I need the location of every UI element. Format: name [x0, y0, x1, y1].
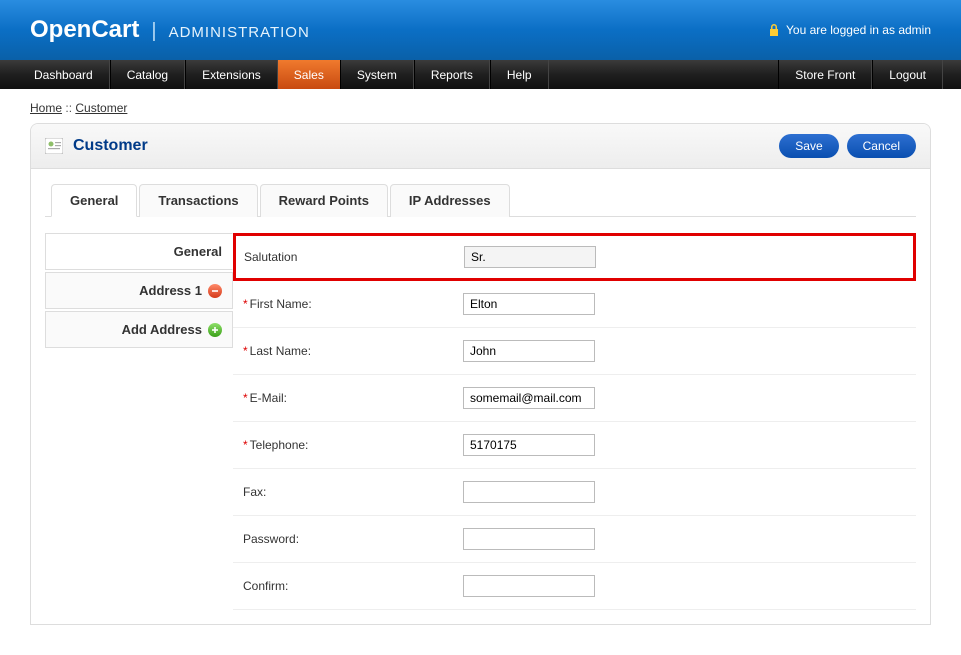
input-telephone[interactable] — [463, 434, 595, 456]
remove-address-icon[interactable] — [208, 284, 222, 298]
app-header: OpenCart | ADMINISTRATION You are logged… — [0, 0, 961, 60]
row-fax: Fax: — [233, 469, 916, 516]
breadcrumb-customer[interactable]: Customer — [75, 101, 127, 115]
required-marker: * — [243, 297, 248, 311]
nav-catalog[interactable]: Catalog — [110, 60, 185, 89]
brand: OpenCart | ADMINISTRATION — [30, 16, 310, 44]
login-status-text: You are logged in as admin — [786, 23, 931, 37]
label-fax: Fax: — [243, 485, 463, 499]
input-password[interactable] — [463, 528, 595, 550]
row-telephone: *Telephone: — [233, 422, 916, 469]
label-salutation: Salutation — [244, 250, 464, 264]
brand-logo-text: OpenCart — [30, 16, 139, 43]
vtab-add-address[interactable]: Add Address — [45, 311, 233, 348]
nav-spacer — [549, 60, 779, 89]
content: Customer Save Cancel General Transaction… — [0, 123, 961, 655]
nav-help[interactable]: Help — [490, 60, 549, 89]
nav-extensions[interactable]: Extensions — [185, 60, 278, 89]
box-buttons: Save Cancel — [779, 134, 916, 158]
input-salutation[interactable] — [464, 246, 596, 268]
htabs: General Transactions Reward Points IP Ad… — [45, 183, 916, 217]
input-confirm[interactable] — [463, 575, 595, 597]
lock-icon — [768, 23, 780, 37]
input-firstname[interactable] — [463, 293, 595, 315]
vtabs: General Address 1 Add Address — [45, 233, 233, 610]
input-lastname[interactable] — [463, 340, 595, 362]
row-password: Password: — [233, 516, 916, 563]
nav-dashboard[interactable]: Dashboard — [18, 60, 110, 89]
vtab-address-1[interactable]: Address 1 — [45, 272, 233, 309]
required-marker: * — [243, 391, 248, 405]
main-nav: Dashboard Catalog Extensions Sales Syste… — [0, 60, 961, 89]
vtab-general[interactable]: General — [45, 233, 233, 270]
nav-reports[interactable]: Reports — [414, 60, 490, 89]
vtab-general-label: General — [174, 244, 222, 259]
tab-reward-points[interactable]: Reward Points — [260, 184, 388, 217]
required-marker: * — [243, 344, 248, 358]
label-password: Password: — [243, 532, 463, 546]
row-firstname: *First Name: — [233, 281, 916, 328]
label-lastname: Last Name: — [250, 344, 311, 358]
nav-storefront[interactable]: Store Front — [778, 60, 872, 89]
customer-icon — [45, 138, 63, 154]
tab-panel: General Address 1 Add Address — [45, 233, 916, 610]
nav-logout[interactable]: Logout — [872, 60, 943, 89]
breadcrumb: Home :: Customer — [0, 89, 961, 123]
required-marker: * — [243, 438, 248, 452]
cancel-button[interactable]: Cancel — [847, 134, 916, 158]
input-email[interactable] — [463, 387, 595, 409]
brand-logo: OpenCart — [30, 16, 139, 44]
input-fax[interactable] — [463, 481, 595, 503]
label-firstname: First Name: — [250, 297, 312, 311]
row-email: *E-Mail: — [233, 375, 916, 422]
vtab-add-address-label: Add Address — [122, 322, 202, 337]
label-confirm: Confirm: — [243, 579, 463, 593]
row-lastname: *Last Name: — [233, 328, 916, 375]
save-button[interactable]: Save — [779, 134, 838, 158]
header-status: You are logged in as admin — [768, 23, 931, 37]
nav-sales[interactable]: Sales — [278, 60, 340, 89]
row-salutation: Salutation — [233, 233, 916, 281]
label-email: E-Mail: — [250, 391, 287, 405]
brand-separator: | — [151, 20, 156, 43]
row-confirm: Confirm: — [233, 563, 916, 610]
add-address-icon[interactable] — [208, 323, 222, 337]
customer-box: Customer Save Cancel General Transaction… — [30, 123, 931, 625]
customer-form: Salutation *First Name: *Last Name: *E-M… — [233, 233, 916, 610]
box-heading: Customer Save Cancel — [31, 124, 930, 169]
tab-ip-addresses[interactable]: IP Addresses — [390, 184, 510, 217]
admin-label: ADMINISTRATION — [169, 24, 310, 41]
breadcrumb-home[interactable]: Home — [30, 101, 62, 115]
nav-system[interactable]: System — [340, 60, 414, 89]
page-title: Customer — [73, 137, 148, 155]
vtab-address1-label: Address 1 — [139, 283, 202, 298]
box-content: General Transactions Reward Points IP Ad… — [31, 169, 930, 624]
label-telephone: Telephone: — [250, 438, 309, 452]
tab-general[interactable]: General — [51, 184, 137, 217]
breadcrumb-sep: :: — [65, 101, 75, 115]
tab-transactions[interactable]: Transactions — [139, 184, 257, 217]
